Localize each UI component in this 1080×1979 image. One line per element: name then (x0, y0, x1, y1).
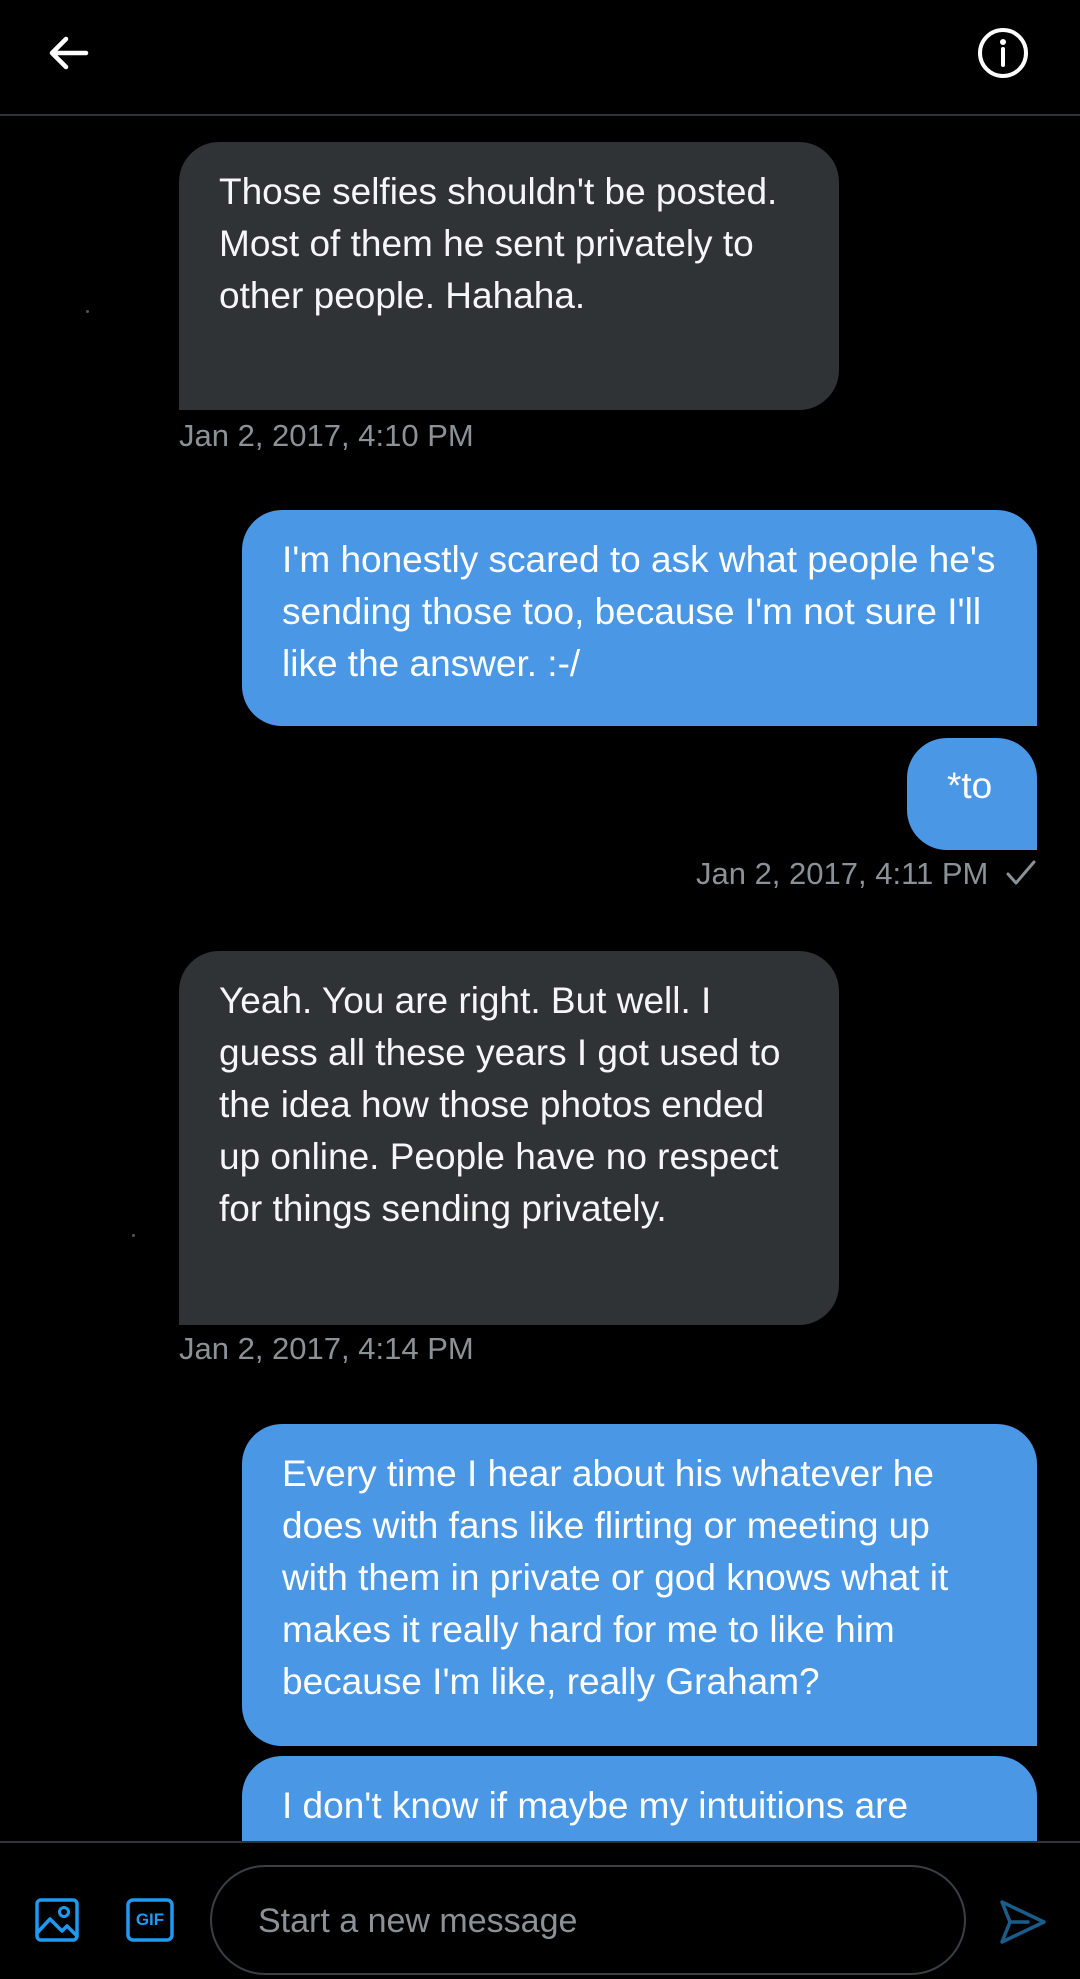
conversation-info-button[interactable] (974, 24, 1032, 82)
avatar-placeholder (132, 1234, 135, 1237)
image-icon (35, 1898, 79, 1942)
send-button[interactable] (998, 1897, 1048, 1947)
add-gif-button[interactable]: GIF (126, 1897, 174, 1943)
message-bubble-received[interactable]: Those selfies shouldn't be posted. Most … (179, 142, 839, 410)
message-composer-bar: GIF (0, 1841, 1080, 1979)
add-photo-button[interactable] (34, 1897, 80, 1943)
checkmark-icon (1006, 860, 1036, 885)
message-bubble-sent[interactable]: *to (907, 738, 1037, 850)
message-text: I don't know if maybe my intuitions are (282, 1785, 909, 1826)
avatar-placeholder (86, 310, 89, 313)
gif-label: GIF (135, 1910, 165, 1929)
message-bubble-sent[interactable]: I'm honestly scared to ask what people h… (242, 510, 1037, 726)
back-button[interactable] (44, 28, 94, 78)
message-timestamp-row: Jan 2, 2017, 4:11 PM (696, 856, 1037, 892)
message-text: Every time I hear about his whatever he … (282, 1453, 949, 1702)
message-input-container (210, 1865, 966, 1975)
message-text: I'm honestly scared to ask what people h… (282, 539, 996, 684)
info-circle-icon (978, 28, 1028, 78)
message-bubble-sent[interactable]: Every time I hear about his whatever he … (242, 1424, 1037, 1746)
message-text: *to (947, 765, 993, 806)
message-timestamp: Jan 2, 2017, 4:10 PM (179, 418, 474, 453)
message-timestamp: Jan 2, 2017, 4:14 PM (179, 1331, 474, 1366)
send-icon (1000, 1900, 1046, 1944)
message-input[interactable] (256, 1867, 920, 1975)
message-text: Yeah. You are right. But well. I guess a… (219, 980, 781, 1229)
message-bubble-received[interactable]: Yeah. You are right. But well. I guess a… (179, 951, 839, 1325)
message-timestamp: Jan 2, 2017, 4:11 PM (695, 856, 989, 891)
conversation-header (0, 0, 1080, 116)
message-text: Those selfies shouldn't be posted. Most … (219, 171, 778, 316)
arrow-left-icon (49, 36, 89, 70)
